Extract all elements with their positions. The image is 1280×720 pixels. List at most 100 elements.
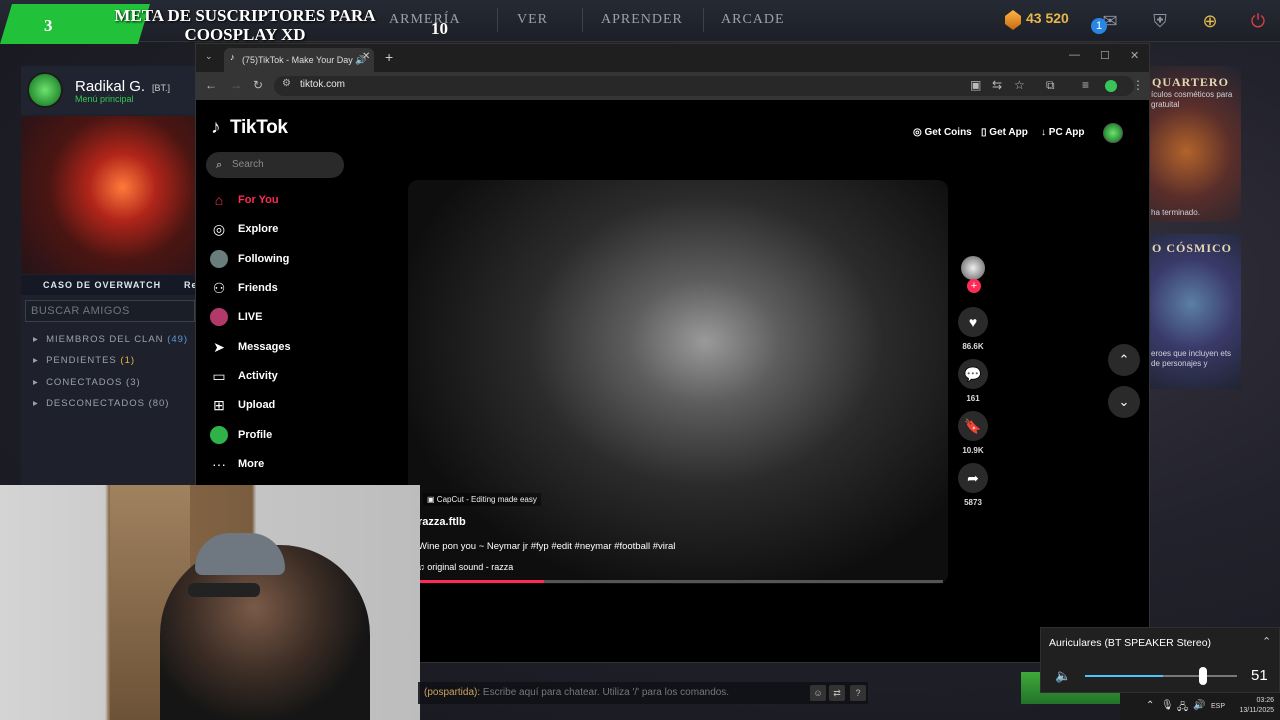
nav-explore[interactable]: Explore <box>238 223 278 235</box>
reload-icon[interactable]: ↻ <box>253 78 263 92</box>
video-caption[interactable]: Wine pon you ~ Neymar jr #fyp #edit #ney… <box>418 541 675 552</box>
close-tab-icon[interactable]: ✕ <box>362 51 370 62</box>
nav-watch[interactable]: VER <box>517 12 548 28</box>
video-username[interactable]: razza.ftlb <box>418 516 466 528</box>
emoji-icon[interactable]: ☺ <box>810 685 826 701</box>
avatar[interactable] <box>1103 123 1123 143</box>
creator-avatar[interactable] <box>961 256 985 280</box>
pc-app-button[interactable]: ↓ PC App <box>1041 127 1085 138</box>
menu-kebab-icon[interactable]: ⋮ <box>1132 78 1144 92</box>
nav-upload[interactable]: Upload <box>238 399 275 411</box>
group-offline[interactable]: ▸ DESCONECTADOS (80) <box>33 398 169 409</box>
extensions-icon[interactable]: ⧉ <box>1046 78 1055 93</box>
get-coins-button[interactable]: ◎ Get Coins <box>913 127 972 138</box>
forward-icon[interactable]: → <box>230 78 242 92</box>
volume-slider[interactable] <box>1085 675 1237 677</box>
player-name: Radikal G. <box>75 78 146 95</box>
video-sound[interactable]: ♫ original sound - razza <box>418 562 513 572</box>
capcut-label[interactable]: ▣ CapCut - Editing made easy <box>423 493 541 506</box>
tab-title: (75)TikTok - Make Your Day <box>242 55 353 65</box>
bookmark-star-icon[interactable]: ☆ <box>1014 78 1025 92</box>
back-icon[interactable]: ← <box>205 78 217 92</box>
tiktok-logo[interactable]: ♪ TikTok <box>211 117 288 139</box>
plus-icon[interactable]: ⊕ <box>1198 9 1222 33</box>
profile-header[interactable]: Radikal G. [BT.] Menú principal <box>21 66 196 114</box>
overwatch-bar[interactable]: CASO DE OVERWATCH Re <box>21 275 197 295</box>
search-input[interactable]: Search <box>206 152 344 178</box>
nav-arcade[interactable]: ARCADE <box>721 12 785 28</box>
close-window-icon[interactable]: ✕ <box>1130 49 1139 62</box>
tab-list-icon[interactable]: ⌄ <box>205 51 213 62</box>
nav-live[interactable]: LIVE <box>238 311 262 323</box>
search-icon[interactable]: ⌕ <box>216 159 222 172</box>
new-tab-icon[interactable]: + <box>385 49 393 65</box>
volume-flyout: Auriculares (BT SPEAKER Stereo) ⌃ 🔈 51 <box>1040 627 1280 693</box>
nav-messages[interactable]: Messages <box>238 341 291 353</box>
tray-overflow-chevron-up-icon[interactable]: ⌃ <box>1146 700 1154 711</box>
armory-shield-icon[interactable]: ⛨ <box>1148 9 1172 33</box>
chat-options-icon[interactable]: ⇄ <box>829 685 845 701</box>
network-icon[interactable]: 🖧 <box>1177 700 1188 717</box>
tab-bar: ⌄ (75)TikTok - Make Your Day 🔊 ♪ ✕ + — ☐… <box>196 44 1149 72</box>
group-label: MIEMBROS DEL CLAN <box>46 334 164 345</box>
omnibox[interactable] <box>274 76 1134 96</box>
nav-armory[interactable]: ARMERÍA <box>389 12 461 28</box>
goal-text: META DE SUSCRIPTORES PARA COOSPLAY XD <box>114 6 376 44</box>
gold-amount: 43 520 <box>1026 10 1069 26</box>
nav-more[interactable]: More <box>238 458 264 470</box>
desktop: ARMERÍA VER APRENDER ARCADE 43 520 ✉ 1 ⛨… <box>0 0 1280 720</box>
goal-target: 10 <box>431 19 448 38</box>
install-app-icon[interactable]: ▣ <box>970 78 981 92</box>
next-video-chevron-down-icon[interactable]: ⌄ <box>1108 386 1140 418</box>
previous-video-chevron-up-icon[interactable]: ⌃ <box>1108 344 1140 376</box>
comment-icon[interactable]: 💬 <box>958 359 988 389</box>
group-pending[interactable]: ▸ PENDIENTES (1) <box>33 355 135 366</box>
address-bar: ← → ↻ ⚙ tiktok.com ▣ ⇆ ☆ ⧉ ≡ ⋮ <box>196 72 1149 100</box>
nav-profile[interactable]: Profile <box>238 429 272 441</box>
url-text[interactable]: tiktok.com <box>300 79 345 90</box>
chevron-up-icon[interactable]: ⌃ <box>1262 635 1271 648</box>
nav-activity[interactable]: Activity <box>238 370 278 382</box>
home-icon: ⌂ <box>214 192 224 208</box>
site-info-icon[interactable]: ⚙ <box>282 78 291 89</box>
minimize-icon[interactable]: — <box>1069 49 1080 61</box>
tab-tiktok[interactable]: (75)TikTok - Make Your Day 🔊 <box>224 48 374 72</box>
chat-input[interactable]: (pospartida): Escribe aquí para chatear.… <box>418 682 868 704</box>
get-app-button[interactable]: ▯ Get App <box>981 127 1028 138</box>
group-online[interactable]: ▸ CONECTADOS (3) <box>33 377 141 388</box>
nav-for-you[interactable]: For You <box>238 194 279 206</box>
follow-plus-icon[interactable]: + <box>967 279 981 293</box>
group-clan[interactable]: ▸ MIEMBROS DEL CLAN (49) <box>33 334 188 345</box>
pc-app-label: PC App <box>1048 127 1085 138</box>
profile-avatar-icon[interactable] <box>1105 80 1117 92</box>
volume-slider-thumb[interactable] <box>1198 667 1207 685</box>
like-heart-icon[interactable]: ♥ <box>958 307 988 337</box>
share-icon[interactable]: ➦ <box>958 463 988 493</box>
group-label: PENDIENTES <box>46 355 117 366</box>
help-icon[interactable]: ? <box>850 685 866 701</box>
maximize-icon[interactable]: ☐ <box>1100 49 1110 62</box>
bookmark-icon[interactable]: 🔖 <box>958 411 988 441</box>
compass-icon: ◎ <box>212 221 226 237</box>
media-control-icon[interactable]: ≡ <box>1082 78 1089 92</box>
microphone-icon[interactable]: 🎙 <box>1161 700 1174 711</box>
live-icon <box>210 308 228 326</box>
nav-friends[interactable]: Friends <box>238 282 278 294</box>
power-icon[interactable]: ⏻ <box>1246 9 1270 33</box>
volume-icon[interactable]: 🔊 <box>1193 700 1205 711</box>
translate-icon[interactable]: ⇆ <box>992 78 1002 92</box>
nav-following[interactable]: Following <box>238 253 289 265</box>
clock[interactable]: 03:26 13/11/2025 <box>1233 696 1274 716</box>
tiktok-wordmark: TikTok <box>229 117 288 138</box>
speaker-icon[interactable]: 🔈 <box>1055 668 1071 684</box>
video-player[interactable]: ▣ CapCut - Editing made easy razza.ftlb … <box>408 180 948 584</box>
messages-icon: ➤ <box>213 339 225 355</box>
friends-search-input[interactable]: BUSCAR AMIGOS <box>25 300 195 322</box>
nav-learn[interactable]: APRENDER <box>601 12 683 28</box>
language-indicator[interactable]: ESP <box>1211 703 1225 710</box>
clock-date: 13/11/2025 <box>1239 707 1274 714</box>
audio-device-name[interactable]: Auriculares (BT SPEAKER Stereo) <box>1049 637 1211 649</box>
video-progress-bar[interactable] <box>418 580 943 583</box>
hero-portrait <box>21 116 196 274</box>
more-icon: ··· <box>212 456 226 472</box>
